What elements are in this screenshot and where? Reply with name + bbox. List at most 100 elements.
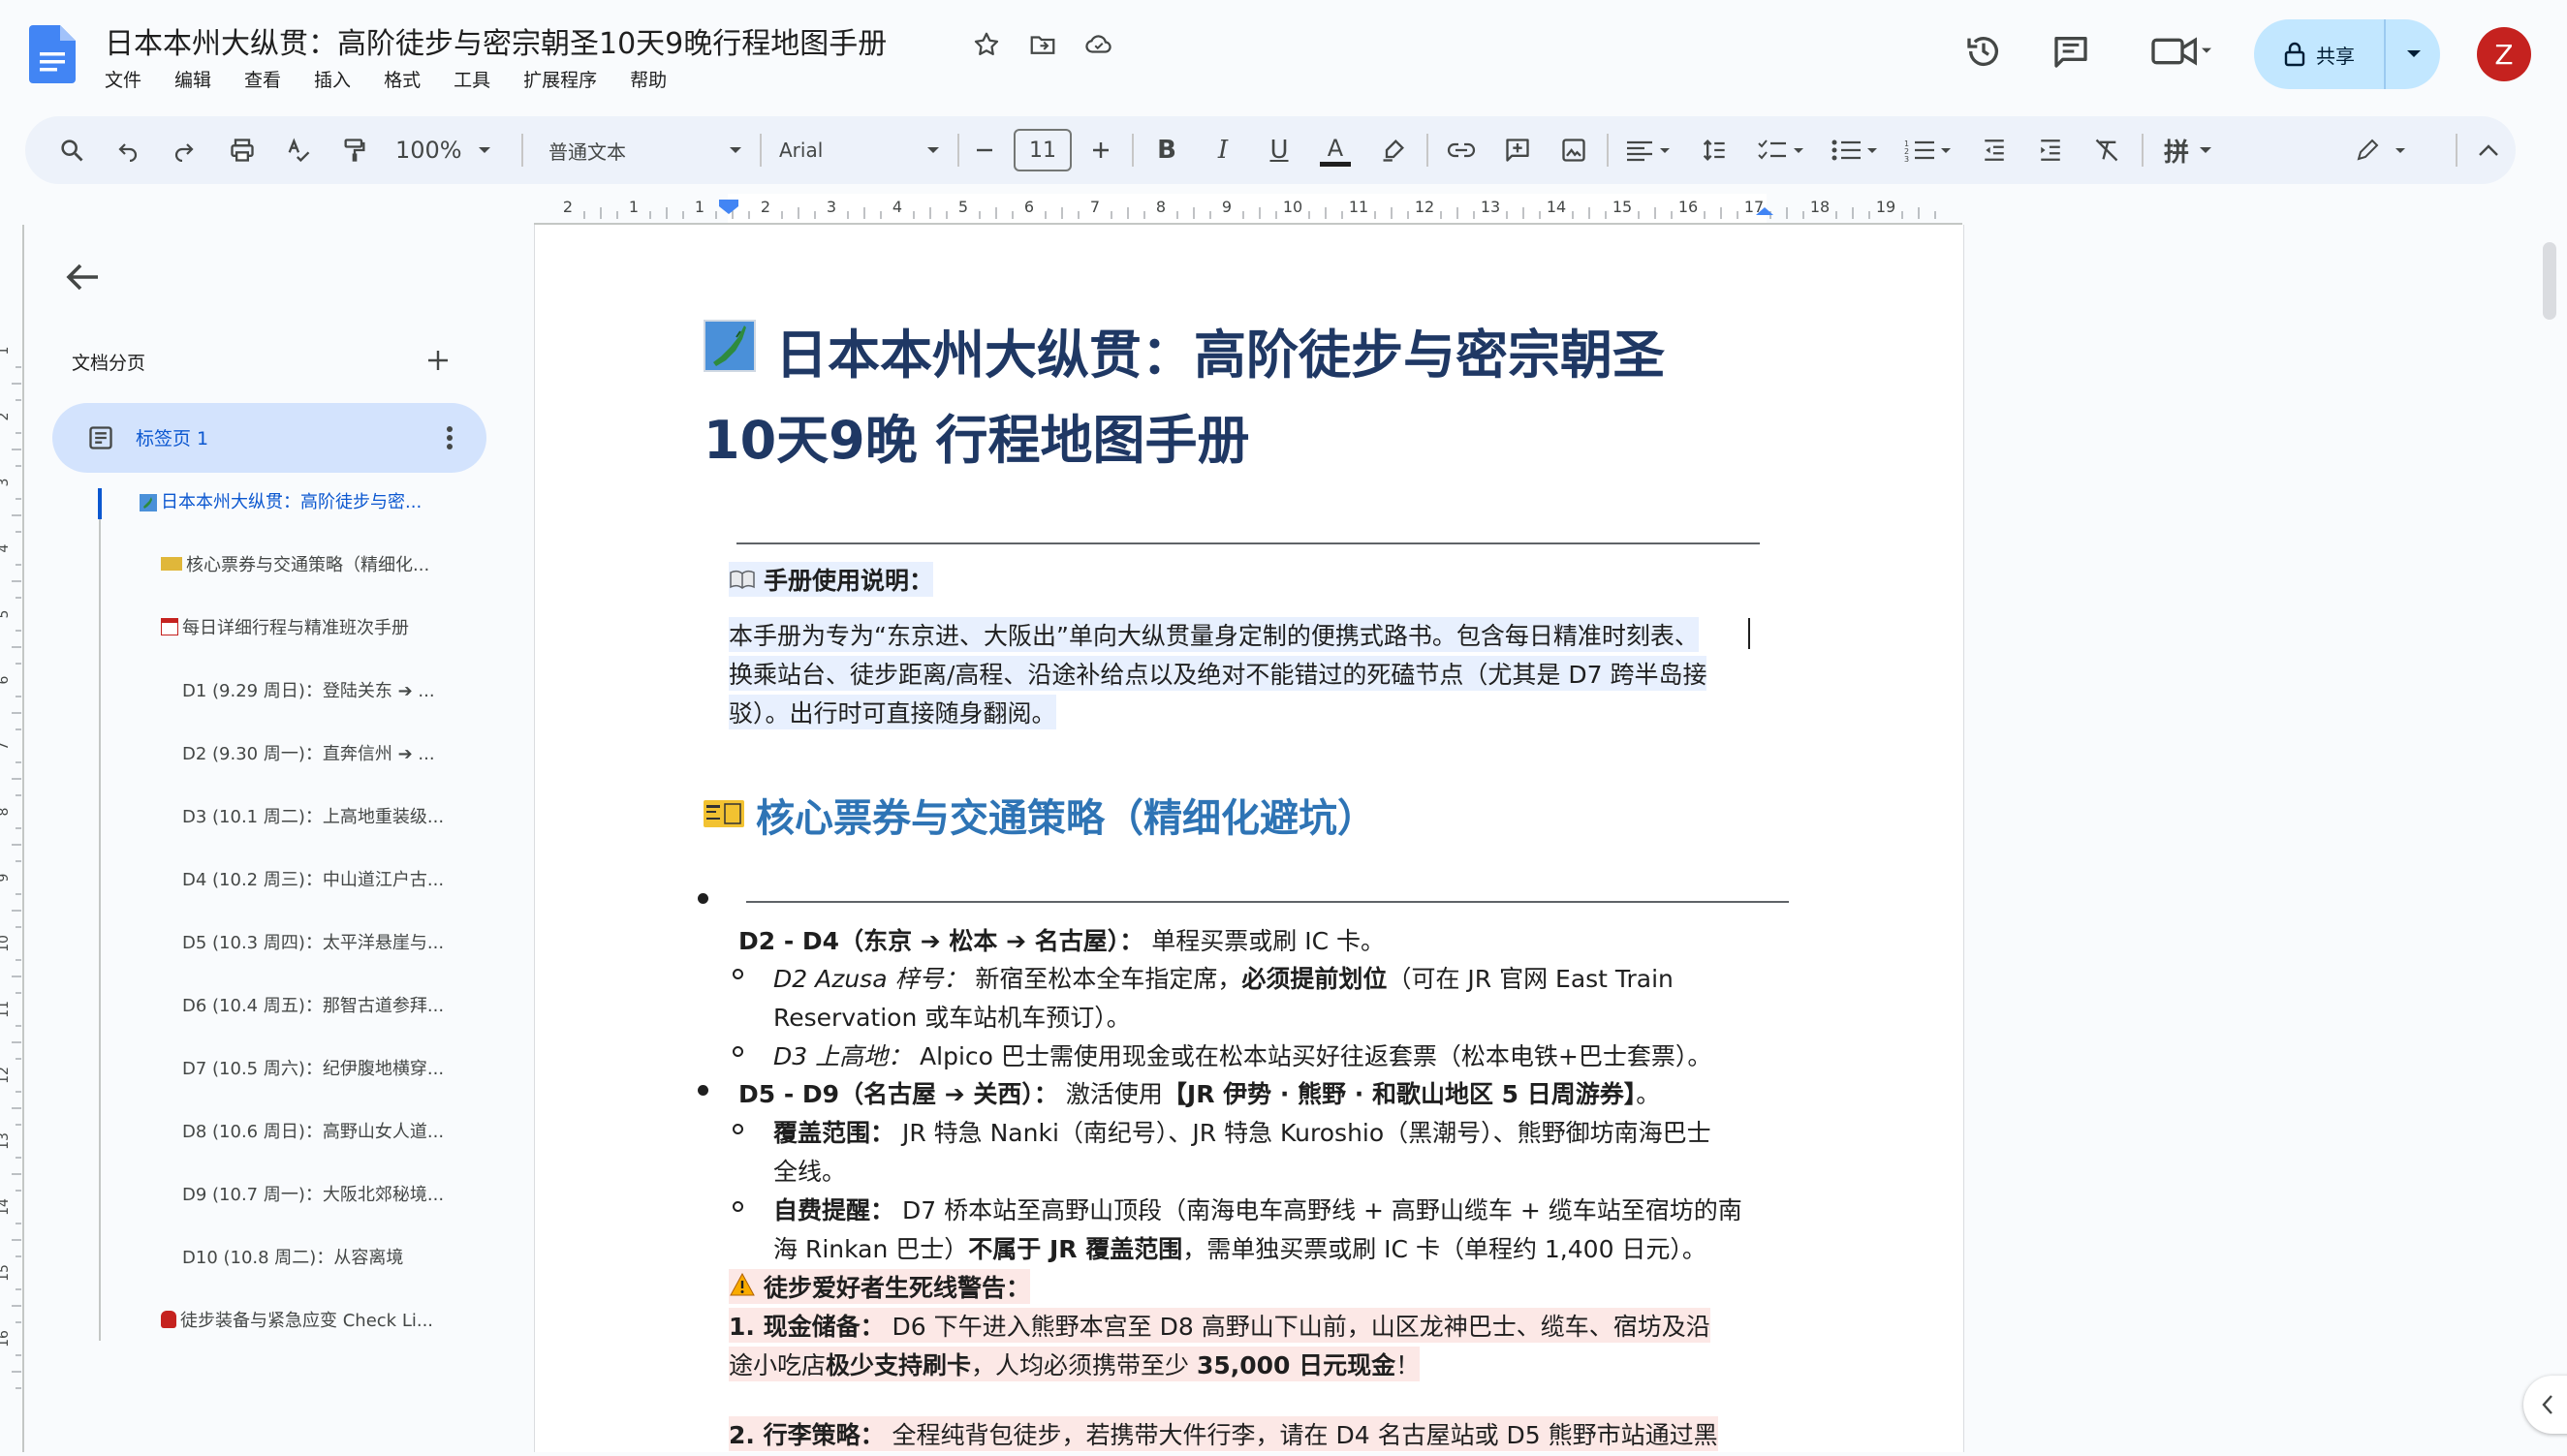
heading-ticket-strategy: 核心票券与交通策略（精细化避坑） — [756, 796, 1376, 841]
menu-view[interactable]: 查看 — [244, 66, 281, 92]
backpack-icon — [161, 1311, 176, 1328]
lock-icon — [2283, 42, 2306, 67]
line-spacing-icon[interactable] — [1692, 129, 1735, 171]
underline-icon[interactable]: U — [1258, 129, 1300, 171]
ruler-tick-label: 9 — [1222, 198, 1232, 216]
share-dropdown-button[interactable] — [2384, 19, 2442, 89]
caret-down-icon — [729, 146, 742, 154]
outline-item[interactable]: 徒步装备与紧急应变 Check Li... — [161, 1307, 433, 1332]
outline-item[interactable]: D1 (9.29 周日)：登陆关东 ➔ ... — [182, 677, 435, 702]
ruler-tick-label: 1 — [695, 198, 704, 216]
paragraph-style-select[interactable]: 普通文本 — [548, 129, 742, 171]
font-size-input[interactable]: 11 — [1014, 129, 1072, 171]
cloud-saved-icon[interactable] — [1081, 27, 1116, 62]
print-icon[interactable] — [221, 129, 264, 171]
comments-icon[interactable] — [2049, 29, 2093, 74]
meet-icon[interactable] — [2144, 29, 2221, 74]
italic-icon[interactable]: I — [1202, 129, 1244, 171]
back-arrow-icon[interactable] — [56, 250, 110, 304]
menu-format[interactable]: 格式 — [384, 66, 421, 92]
ruler-tick-label: 4 — [892, 198, 902, 216]
toolbar-divider — [2142, 134, 2144, 167]
undo-icon[interactable] — [107, 129, 149, 171]
vruler-tick-label: 12 — [0, 1067, 12, 1084]
more-vert-icon[interactable] — [430, 418, 469, 457]
share-button[interactable]: 共享 — [2254, 19, 2440, 89]
move-folder-icon[interactable] — [1025, 27, 1060, 62]
outline-item[interactable]: D10 (10.8 周二)：从容离境 — [182, 1244, 403, 1269]
insert-image-icon[interactable] — [1552, 129, 1595, 171]
version-history-icon[interactable] — [1961, 29, 2006, 74]
intro-paragraph-line-1: 本手册为专为“东京进、大阪出”单向大纵贯量身定制的便携式路书。包含每日精准时刻表… — [729, 617, 1699, 652]
text-color-icon[interactable]: A — [1314, 129, 1357, 171]
warning-cash-line-2: 途小吃店极少支持刷卡，人均必须携带至少 35,000 日元现金！ — [729, 1347, 1421, 1381]
menu-file[interactable]: 文件 — [105, 66, 141, 92]
outline-item[interactable]: D3 (10.1 周二)：上高地重装级... — [182, 803, 444, 828]
vruler-tick-label: 15 — [0, 1264, 12, 1282]
warning-heading: 徒步爱好者生死线警告： — [729, 1269, 1031, 1304]
menu-bar: 文件 编辑 查看 插入 格式 工具 扩展程序 帮助 — [105, 66, 700, 92]
outline-item[interactable]: D2 (9.30 周一)：直奔信州 ➔ ... — [182, 740, 435, 765]
checklist-menu[interactable] — [1752, 129, 1814, 171]
highlight-color-icon[interactable] — [1372, 129, 1415, 171]
ruler-tick-label: 16 — [1678, 198, 1698, 216]
menu-insert[interactable]: 插入 — [314, 66, 351, 92]
bulleted-list-menu[interactable] — [1826, 129, 1888, 171]
outline-item[interactable]: D6 (10.4 周五)：那智古道参拜... — [182, 992, 444, 1017]
hide-menus-chevron-up-icon[interactable] — [2467, 129, 2510, 171]
outline-item[interactable]: D9 (10.7 周一)：大阪北郊秘境... — [182, 1181, 444, 1206]
outline-item[interactable]: 日本本州大纵贯：高阶徒步与密... — [140, 488, 422, 513]
paragraph-style-value: 普通文本 — [548, 139, 626, 164]
increase-font-size-icon[interactable] — [1081, 129, 1120, 171]
font-select[interactable]: Arial — [779, 129, 940, 171]
outline-item[interactable]: D7 (10.5 周六)：纪伊腹地横穿... — [182, 1055, 444, 1080]
chevron-left-icon — [2541, 1394, 2554, 1415]
toolbar-divider — [2456, 134, 2457, 167]
menu-help[interactable]: 帮助 — [630, 66, 667, 92]
outline-item[interactable]: 每日详细行程与精准班次手册 — [161, 614, 409, 639]
bold-icon[interactable]: B — [1145, 129, 1188, 171]
spellcheck-icon[interactable] — [277, 129, 320, 171]
vertical-scrollbar[interactable] — [2543, 242, 2556, 320]
input-method-menu[interactable]: 拼 — [2153, 129, 2223, 171]
redo-icon[interactable] — [163, 129, 205, 171]
text-cursor — [1748, 618, 1750, 649]
editing-mode-menu[interactable] — [2349, 129, 2419, 171]
insert-link-icon[interactable] — [1440, 129, 1483, 171]
decrease-font-size-icon[interactable] — [965, 129, 1004, 171]
outline-item[interactable]: 核心票券与交通策略（精细化... — [161, 551, 429, 576]
sub-bullet-coverage-line-2: 全线。 — [773, 1158, 847, 1186]
toolbar-divider — [521, 134, 523, 167]
ticket-icon — [161, 557, 182, 571]
heading-title-line-2: 10天9晚 行程地图手册 — [704, 410, 1250, 471]
add-comment-icon[interactable] — [1496, 129, 1539, 171]
outline-item[interactable]: D5 (10.3 周四)：太平洋悬崖与... — [182, 929, 444, 954]
star-icon[interactable] — [969, 27, 1004, 62]
docs-logo-icon[interactable] — [29, 25, 76, 83]
search-menus-icon[interactable] — [50, 129, 93, 171]
add-tab-icon[interactable] — [421, 343, 455, 378]
outline-item[interactable]: D8 (10.6 周日)：高野山女人道... — [182, 1118, 444, 1143]
numbered-list-menu[interactable]: 123 — [1899, 129, 1961, 171]
menu-edit[interactable]: 编辑 — [174, 66, 211, 92]
horizontal-ruler[interactable]: 2 1 1 2 3 4 5 6 7 8 9 10 11 12 13 14 15 16 17 18 19 — [0, 192, 2567, 225]
zoom-value: 100% — [395, 137, 462, 164]
share-main-button[interactable]: 共享 — [2254, 19, 2384, 89]
account-avatar[interactable]: Z — [2477, 27, 2531, 81]
vertical-ruler[interactable]: 12345678910111213141516 — [0, 225, 25, 1452]
ruler-tick-label: 19 — [1876, 198, 1895, 216]
japan-map-icon — [704, 320, 756, 372]
tab-item-1[interactable]: 标签页 1 — [52, 403, 486, 473]
paint-format-icon[interactable] — [333, 129, 376, 171]
zoom-select[interactable]: 100% — [395, 129, 502, 171]
outline-item[interactable]: D4 (10.2 周三)：中山道江户古... — [182, 866, 444, 891]
clear-formatting-icon[interactable] — [2085, 129, 2128, 171]
menu-extensions[interactable]: 扩展程序 — [523, 66, 597, 92]
menu-tools[interactable]: 工具 — [454, 66, 490, 92]
document-title[interactable]: 日本本州大纵贯：高阶徒步与密宗朝圣10天9晚行程地图手册 — [105, 19, 887, 62]
ruler-tick-label: 14 — [1547, 198, 1566, 216]
align-menu[interactable] — [1618, 129, 1680, 171]
increase-indent-icon[interactable] — [2029, 129, 2072, 171]
decrease-indent-icon[interactable] — [1973, 129, 2016, 171]
side-panel-toggle-button[interactable] — [2523, 1376, 2567, 1434]
